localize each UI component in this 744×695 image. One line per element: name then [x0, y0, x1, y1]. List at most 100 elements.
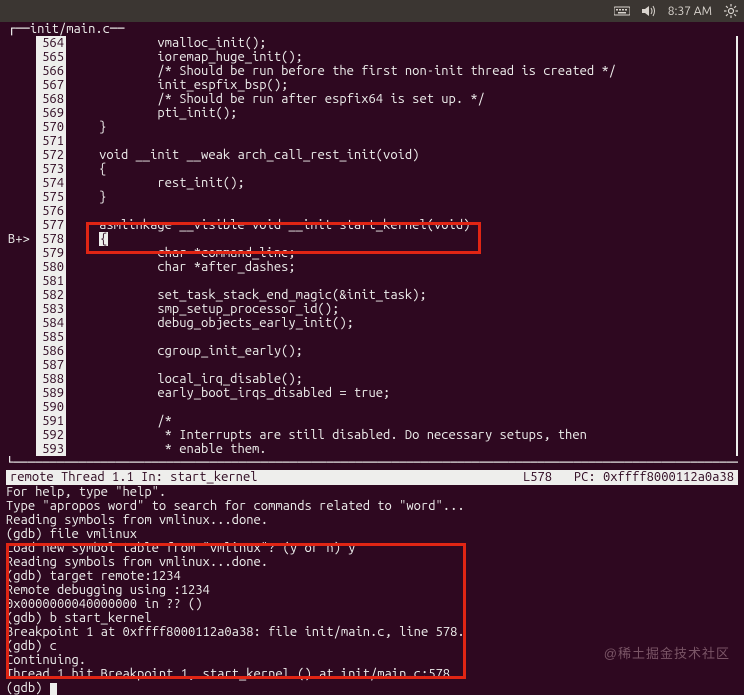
breakpoint-gutter[interactable]: [6, 190, 36, 204]
breakpoint-gutter[interactable]: [6, 330, 36, 344]
source-code: {: [66, 162, 736, 176]
breakpoint-gutter[interactable]: B+>: [6, 232, 36, 246]
breakpoint-gutter[interactable]: [6, 134, 36, 148]
gdb-line: Load new symbol table from "vmlinux"? (y…: [6, 541, 738, 555]
gdb-line: Type "apropos word" to search for comman…: [6, 499, 738, 513]
line-number: 589: [38, 386, 66, 400]
status-left: remote Thread 1.1 In: start_kernel: [10, 470, 523, 485]
terminal[interactable]: ┌──init/main.c── 564 vmalloc_init();565 …: [0, 22, 744, 695]
breakpoint-gutter[interactable]: [6, 64, 36, 78]
breakpoint-gutter[interactable]: [6, 316, 36, 330]
breakpoint-gutter[interactable]: [6, 414, 36, 428]
source-row: 571: [6, 134, 738, 148]
breakpoint-gutter[interactable]: [6, 428, 36, 442]
breakpoint-gutter[interactable]: [6, 36, 36, 50]
breakpoint-gutter[interactable]: [6, 204, 36, 218]
gdb-line: (gdb) target remote:1234: [6, 569, 738, 583]
source-row: 589 early_boot_irqs_disabled = true;: [6, 386, 738, 400]
gdb-line: Thread 1 hit Breakpoint 1, start_kernel …: [6, 667, 738, 681]
clock-label[interactable]: 8:37 AM: [668, 5, 712, 18]
source-code: [66, 330, 736, 344]
line-number: 590: [38, 400, 66, 414]
source-code: [66, 204, 736, 218]
breakpoint-gutter[interactable]: [6, 50, 36, 64]
line-number: 581: [38, 274, 66, 288]
source-code: [66, 358, 736, 372]
line-number: 587: [38, 358, 66, 372]
line-number: 578: [38, 232, 66, 246]
source-code: /*: [66, 414, 736, 428]
breakpoint-gutter[interactable]: [6, 106, 36, 120]
breakpoint-gutter[interactable]: [6, 386, 36, 400]
line-number: 593: [38, 442, 66, 456]
breakpoint-gutter[interactable]: [6, 274, 36, 288]
breakpoint-gutter[interactable]: [6, 400, 36, 414]
line-number: 583: [38, 302, 66, 316]
source-row: 565 ioremap_huge_init();: [6, 50, 738, 64]
line-number: 582: [38, 288, 66, 302]
source-row: 585: [6, 330, 738, 344]
source-code: [66, 274, 736, 288]
breakpoint-gutter[interactable]: [6, 246, 36, 260]
source-code: [66, 400, 736, 414]
breakpoint-gutter[interactable]: [6, 260, 36, 274]
source-row: 577 asmlinkage __visible void __init sta…: [6, 218, 738, 232]
source-code: /* Should be run before the first non-in…: [66, 64, 736, 78]
line-number: 572: [38, 148, 66, 162]
breakpoint-gutter[interactable]: [6, 302, 36, 316]
source-code: pti_init();: [66, 106, 736, 120]
line-number: 579: [38, 246, 66, 260]
line-number: 577: [38, 218, 66, 232]
source-row: 584 debug_objects_early_init();: [6, 316, 738, 330]
source-code: char *command_line;: [66, 246, 736, 260]
gdb-line: For help, type "help".: [6, 485, 738, 499]
breakpoint-gutter[interactable]: [6, 162, 36, 176]
keyboard-icon[interactable]: [614, 5, 630, 17]
gdb-line: (gdb) c: [6, 639, 738, 653]
status-right: L578 PC: 0xffff8000112a0a38: [523, 470, 734, 485]
breakpoint-gutter[interactable]: [6, 218, 36, 232]
sound-icon[interactable]: [642, 5, 656, 17]
source-row: 593 * enable them.: [6, 442, 738, 456]
source-row: 573 {: [6, 162, 738, 176]
gdb-line: Breakpoint 1 at 0xffff8000112a0a38: file…: [6, 625, 738, 639]
breakpoint-gutter[interactable]: [6, 148, 36, 162]
breakpoint-gutter[interactable]: [6, 442, 36, 456]
line-number: 566: [38, 64, 66, 78]
cursor: {: [99, 232, 108, 246]
gdb-line: Reading symbols from vmlinux...done.: [6, 513, 738, 527]
source-code: [66, 134, 736, 148]
source-code: void __init __weak arch_call_rest_init(v…: [66, 148, 736, 162]
breakpoint-gutter[interactable]: [6, 372, 36, 386]
source-row: 568 /* Should be run after espfix64 is s…: [6, 92, 738, 106]
gdb-line: Remote debugging using :1234: [6, 583, 738, 597]
breakpoint-gutter[interactable]: [6, 92, 36, 106]
gdb-line: 0x0000000040000000 in ?? (): [6, 597, 738, 611]
line-number: 584: [38, 316, 66, 330]
gdb-console[interactable]: For help, type "help".Type "apropos word…: [6, 485, 738, 695]
source-title: ┌──init/main.c──: [6, 22, 744, 36]
breakpoint-gutter[interactable]: [6, 176, 36, 190]
gear-icon[interactable]: [724, 4, 738, 18]
source-code: * Interrupts are still disabled. Do nece…: [66, 428, 736, 442]
source-code: }: [66, 190, 736, 204]
source-code: debug_objects_early_init();: [66, 316, 736, 330]
line-number: 568: [38, 92, 66, 106]
source-row: 567 init_espfix_bsp();: [6, 78, 738, 92]
source-border-bottom: └───────────────────────────────────────…: [6, 456, 738, 470]
source-row: 566 /* Should be run before the first no…: [6, 64, 738, 78]
source-row: 587: [6, 358, 738, 372]
breakpoint-gutter[interactable]: [6, 288, 36, 302]
source-row: 590: [6, 400, 738, 414]
breakpoint-gutter[interactable]: [6, 120, 36, 134]
breakpoint-gutter[interactable]: [6, 344, 36, 358]
source-row: 570 }: [6, 120, 738, 134]
source-row: 575 }: [6, 190, 738, 204]
breakpoint-gutter[interactable]: [6, 358, 36, 372]
line-number: 571: [38, 134, 66, 148]
breakpoint-gutter[interactable]: [6, 78, 36, 92]
source-row: B+>578 {: [6, 232, 738, 246]
gdb-status-line: remote Thread 1.1 In: start_kernel L578 …: [6, 470, 738, 485]
source-code: cgroup_init_early();: [66, 344, 736, 358]
gdb-line: (gdb): [6, 681, 738, 695]
